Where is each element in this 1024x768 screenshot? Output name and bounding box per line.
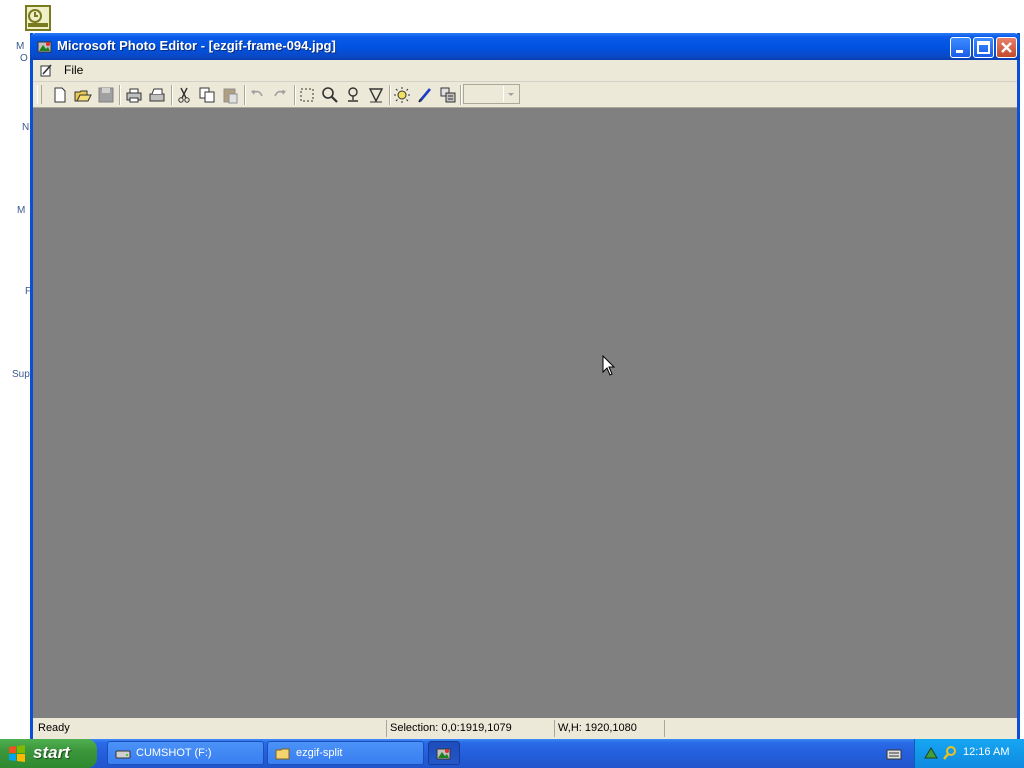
window-title: Microsoft Photo Editor - [ezgif-frame-09… <box>57 38 336 53</box>
menu-bar: File <box>33 60 1017 82</box>
status-bar: Ready Selection: 0,0:1919,1079 W,H: 1920… <box>33 719 1017 739</box>
taskbar-label: ezgif-split <box>296 747 343 759</box>
properties-icon <box>440 87 456 103</box>
balance-icon <box>394 87 410 103</box>
desktop-label: M <box>17 205 26 216</box>
desktop-label: M <box>16 41 25 52</box>
status-message: Ready <box>35 720 387 737</box>
transparency-icon <box>368 88 384 103</box>
paste-button[interactable] <box>220 85 240 105</box>
cut-icon <box>178 87 190 103</box>
keyboard-icon[interactable] <box>886 747 902 761</box>
desktop-label: Sup <box>12 369 30 380</box>
windows-logo-icon <box>9 745 25 762</box>
photo-editor-icon <box>37 41 52 53</box>
toolbar-separator <box>294 85 296 105</box>
minimize-button[interactable] <box>950 37 971 58</box>
desktop-shortcut-icon[interactable] <box>22 3 56 37</box>
open-button[interactable] <box>73 85 93 105</box>
taskbar-label: CUMSHOT (F:) <box>136 747 212 759</box>
scan-icon <box>149 88 165 102</box>
edit-button[interactable] <box>415 85 435 105</box>
maximize-button[interactable] <box>973 37 994 58</box>
drive-icon <box>115 750 131 759</box>
mouse-cursor-icon <box>602 355 616 376</box>
image-workspace[interactable] <box>33 108 1017 718</box>
toolbar-separator <box>460 85 462 105</box>
redo-icon <box>274 90 286 97</box>
scan-button[interactable] <box>147 85 167 105</box>
maximize-icon <box>977 41 990 54</box>
search-icon[interactable] <box>942 745 958 761</box>
zoom-icon <box>322 87 338 103</box>
smudge-icon <box>348 87 358 102</box>
start-label: start <box>33 743 70 762</box>
menu-file[interactable]: File <box>62 63 85 77</box>
taskbar-button-photo-editor[interactable] <box>428 741 460 765</box>
folder-icon <box>275 748 290 760</box>
copy-icon <box>199 87 215 103</box>
close-icon <box>1001 42 1012 53</box>
desktop-label: N <box>22 122 30 133</box>
zoom-combo[interactable] <box>463 84 520 104</box>
toolbar-grip[interactable] <box>37 85 42 104</box>
taskbar-button-folder[interactable]: ezgif-split <box>267 741 424 765</box>
paste-icon <box>223 88 238 104</box>
minimize-icon <box>956 50 963 53</box>
undo-button[interactable] <box>247 85 267 105</box>
save-button[interactable] <box>96 85 116 105</box>
transparency-button[interactable] <box>366 85 386 105</box>
properties-button[interactable] <box>438 85 458 105</box>
print-icon <box>126 88 142 103</box>
status-size: W,H: 1920,1080 <box>555 720 665 737</box>
combo-dropdown[interactable] <box>503 86 518 102</box>
document-icon[interactable] <box>39 63 54 78</box>
redo-button[interactable] <box>270 85 290 105</box>
select-icon <box>300 88 314 102</box>
smudge-button[interactable] <box>343 85 363 105</box>
taskbar: start CUMSHOT (F:) ezgif-split 12:16 AM <box>0 739 1024 768</box>
photo-editor-window: Microsoft Photo Editor - [ezgif-frame-09… <box>30 33 1020 739</box>
toolbar-separator <box>389 85 391 105</box>
edit-icon <box>418 88 431 103</box>
new-icon <box>54 87 66 103</box>
save-icon <box>98 87 114 103</box>
close-button[interactable] <box>996 37 1017 58</box>
print-button[interactable] <box>124 85 144 105</box>
chevron-down-icon <box>508 93 514 96</box>
clock[interactable]: 12:16 AM <box>963 746 1009 758</box>
status-selection: Selection: 0,0:1919,1079 <box>387 720 555 737</box>
select-button[interactable] <box>297 85 317 105</box>
zoom-button[interactable] <box>320 85 340 105</box>
toolbar <box>33 82 1017 108</box>
taskbar-button-drive[interactable]: CUMSHOT (F:) <box>107 741 264 765</box>
toolbar-separator <box>171 85 173 105</box>
photo-editor-icon <box>436 748 451 760</box>
new-button[interactable] <box>50 85 70 105</box>
balance-button[interactable] <box>392 85 412 105</box>
start-button[interactable]: start <box>0 739 97 768</box>
network-icon[interactable] <box>923 745 939 761</box>
system-tray: 12:16 AM <box>914 739 1024 768</box>
open-icon <box>74 90 92 102</box>
toolbar-separator <box>244 85 246 105</box>
cut-button[interactable] <box>174 85 194 105</box>
toolbar-separator <box>119 85 121 105</box>
title-bar[interactable]: Microsoft Photo Editor - [ezgif-frame-09… <box>30 33 1020 60</box>
copy-button[interactable] <box>197 85 217 105</box>
desktop-label: O <box>20 53 28 64</box>
undo-icon <box>251 90 263 97</box>
